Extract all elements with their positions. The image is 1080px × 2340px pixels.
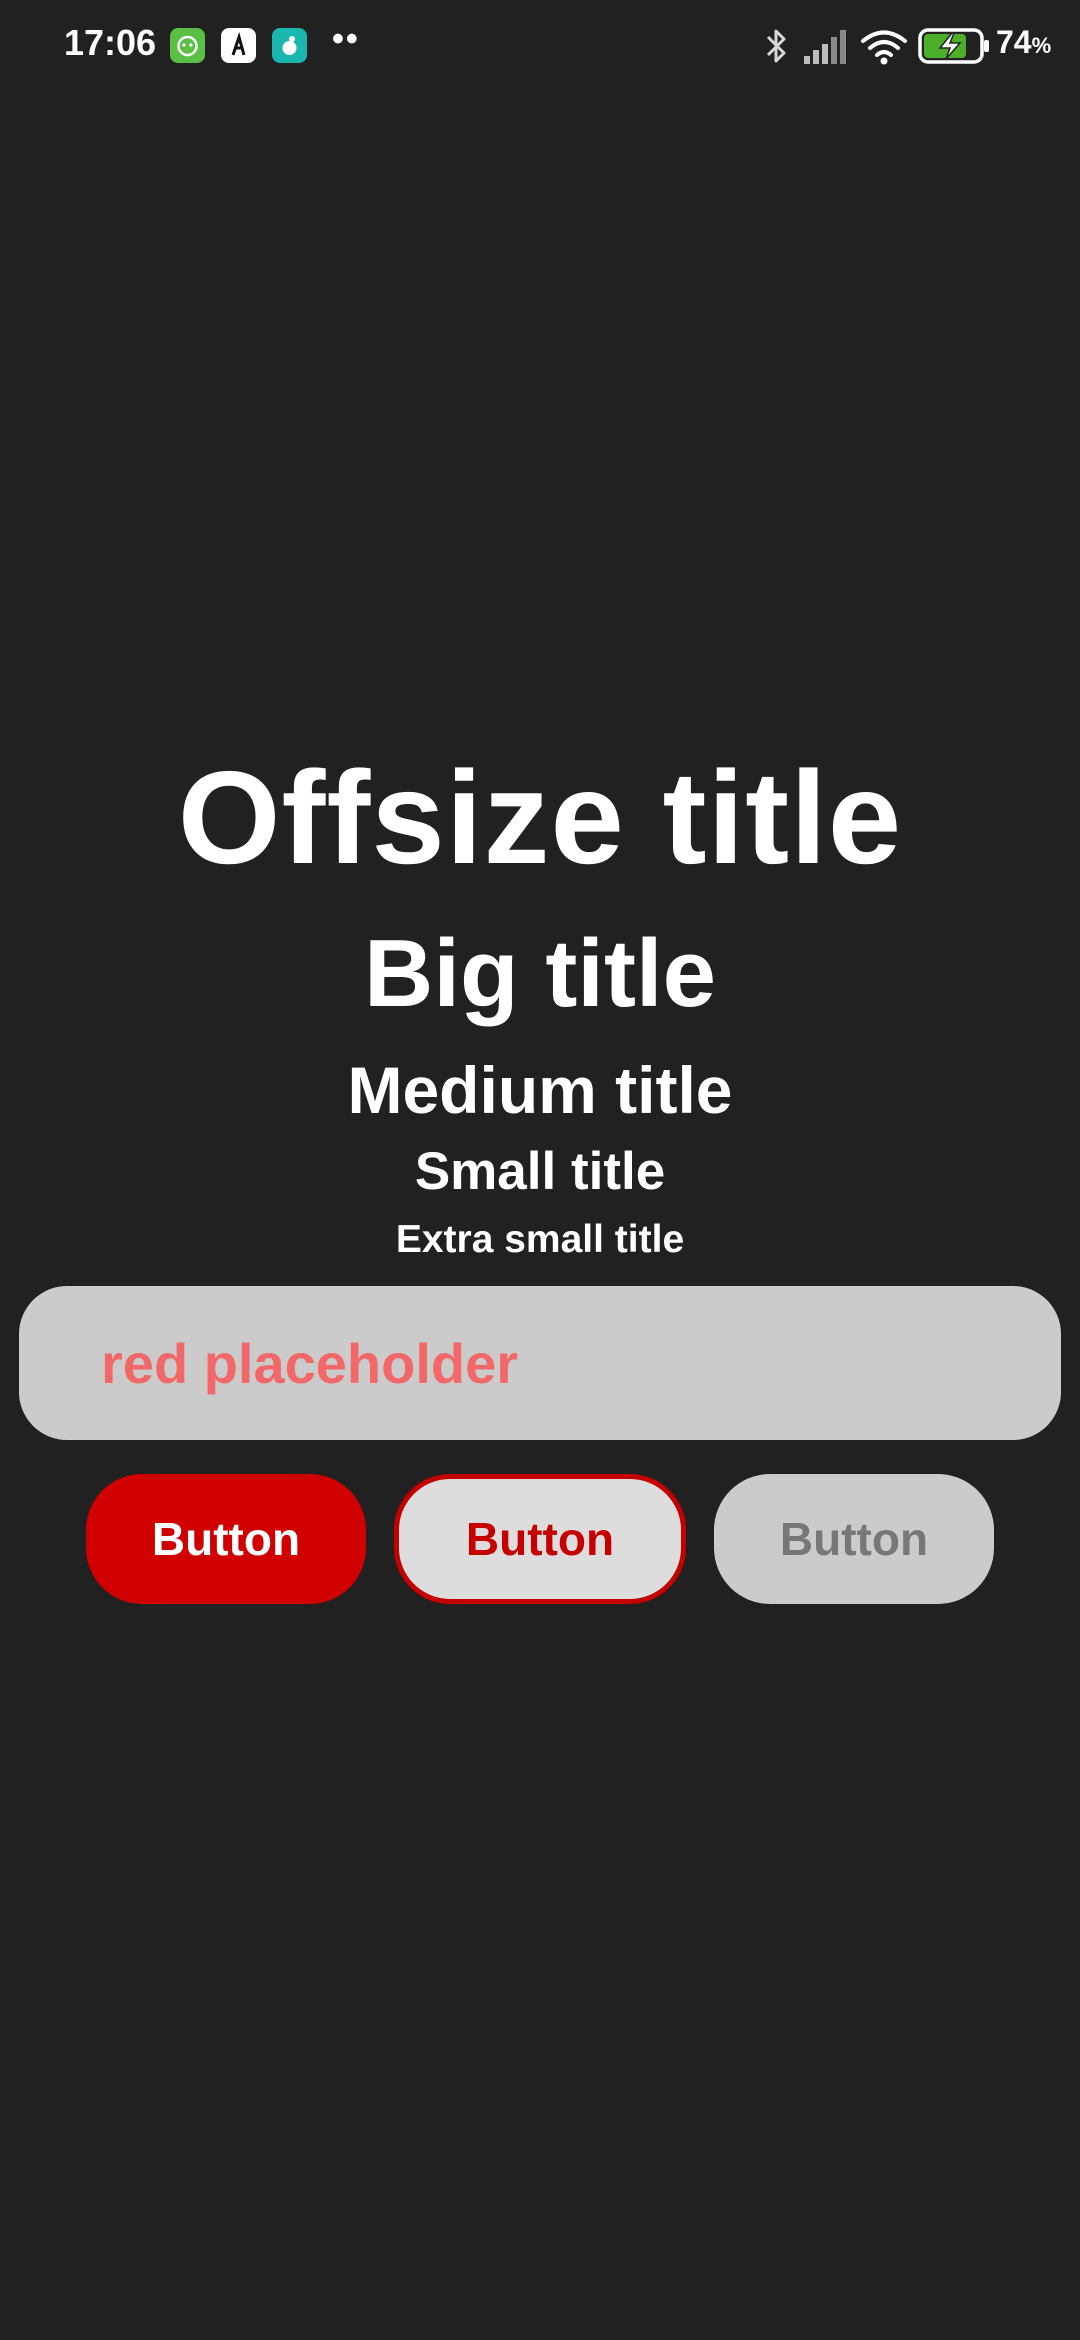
medium-title: Medium title [347,1053,733,1127]
small-title: Small title [414,1142,666,1201]
screen: 17:06 •• 74% Offsize title Big title Med… [0,0,1080,2340]
outline-button[interactable]: Button [394,1474,686,1604]
text-input-container [19,1286,1061,1440]
big-title: Big title [364,920,716,1027]
wifi-icon [860,28,908,66]
app-notification-green-icon [170,28,205,63]
status-time: 17:06 [64,22,157,63]
cell-signal-icon [804,30,848,64]
offsize-title: Offsize title [177,744,903,891]
battery-charging-icon [918,28,990,64]
bluetooth-icon [760,26,792,66]
app-notification-teal-icon [272,28,307,63]
extra-small-title: Extra small title [395,1218,685,1261]
text-input[interactable] [19,1286,1061,1440]
battery-unit: % [1031,33,1052,58]
app-notification-white-icon [221,28,256,63]
disabled-button[interactable]: Button [714,1474,994,1604]
battery-value: 74 [996,24,1032,60]
status-bar: 17:06 •• 74% [0,0,1080,92]
more-notifications-indicator: •• [332,20,360,58]
battery-percentage: 74% [996,24,1051,61]
primary-button[interactable]: Button [86,1474,366,1604]
